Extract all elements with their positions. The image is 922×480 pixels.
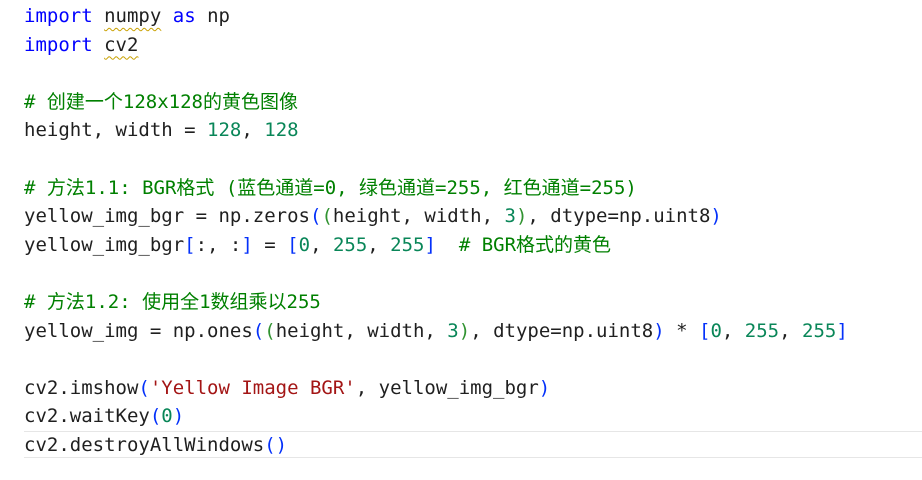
code-text: yellow_img_bgr = np.zeros — [24, 205, 310, 228]
bracket-token: ) — [710, 205, 722, 228]
code-line[interactable]: cv2.imshow('Yellow Image BGR', yellow_im… — [24, 374, 550, 402]
number-literal: 255 — [390, 233, 425, 256]
code-line[interactable]: import numpy as np — [24, 2, 230, 30]
bracket-token: [ — [699, 319, 711, 342]
code-text: , — [310, 233, 333, 256]
code-text: , — [721, 319, 745, 342]
code-text: , dtype=np.uint8 — [527, 205, 711, 228]
number-literal: 255 — [332, 233, 368, 256]
bracket-token: ] — [424, 233, 436, 256]
bracket-token: ( — [252, 319, 265, 342]
number-literal: 3 — [504, 205, 516, 228]
number-literal: 128 — [207, 119, 242, 142]
code-line[interactable]: height, width = 128, 128 — [24, 116, 299, 144]
bracket-token: ] — [241, 233, 253, 256]
code-text: height, width, — [275, 319, 448, 342]
bracket-token: ) — [538, 376, 551, 399]
bracket-token: ( — [321, 205, 333, 228]
code-text: np — [195, 5, 230, 27]
code-line[interactable]: # 方法1.2: 使用全1数组乘以255 — [24, 288, 321, 316]
code-line[interactable]: # 创建一个128x128的黄色图像 — [24, 88, 298, 116]
number-literal: 0 — [161, 405, 173, 428]
code-text: , dtype=np.uint8 — [470, 319, 654, 342]
code-line[interactable]: import cv2 — [24, 31, 138, 59]
code-text: :, : — [195, 233, 242, 256]
code-text: * — [664, 319, 699, 342]
bracket-token: ( — [264, 319, 276, 342]
code-text: = — [252, 233, 288, 256]
number-literal: 0 — [298, 233, 311, 256]
bracket-token: ] — [836, 319, 848, 342]
comment-token: # 创建一个128x128的黄色图像 — [24, 90, 298, 113]
bracket-token: ( — [138, 376, 150, 399]
code-text: , yellow_img_bgr — [355, 376, 539, 399]
code-text: cv2.imshow — [24, 376, 139, 399]
code-editor[interactable]: import numpy as np import cv2 # 创建一个128x12… — [0, 0, 922, 480]
comment-token: # 方法1.1: BGR格式 (蓝色通道=0, 绿色通道=255, 红色通道=2… — [24, 176, 637, 199]
comment-token: # BGR格式的黄色 — [458, 233, 612, 256]
code-text: height, width, — [332, 205, 505, 228]
number-literal: 255 — [744, 319, 780, 342]
code-text: , — [367, 233, 391, 256]
keyword-token: import — [24, 5, 93, 27]
bracket-token: ) — [653, 319, 665, 342]
code-line-current[interactable]: cv2.destroyAllWindows() — [24, 431, 287, 459]
bracket-token: ( — [264, 434, 276, 456]
code-text: , — [241, 119, 265, 142]
number-literal: 0 — [710, 319, 722, 342]
bracket-token: ( — [149, 405, 162, 428]
number-literal: 3 — [447, 319, 459, 342]
code-line[interactable]: cv2.waitKey(0) — [24, 402, 184, 430]
bracket-token: ) — [458, 319, 471, 342]
code-text: height, width = — [24, 119, 208, 142]
number-literal: 128 — [264, 119, 299, 142]
code-line[interactable]: # 方法1.1: BGR格式 (蓝色通道=0, 绿色通道=255, 红色通道=2… — [24, 174, 637, 202]
bracket-token: [ — [184, 233, 196, 256]
code-line[interactable]: yellow_img_bgr = np.zeros((height, width… — [24, 202, 722, 230]
keyword-token: import — [24, 33, 93, 56]
code-text: , — [779, 319, 803, 342]
string-literal: 'Yellow Image BGR' — [149, 376, 356, 399]
module-name: cv2 — [104, 33, 139, 56]
comment-token: # 方法1.2: 使用全1数组乘以255 — [24, 291, 321, 313]
code-text: yellow_img = np.ones — [24, 319, 253, 342]
bracket-token: [ — [287, 233, 299, 256]
code-line[interactable]: yellow_img_bgr[:, :] = [0, 255, 255] # B… — [24, 231, 611, 259]
bracket-token: ) — [172, 405, 185, 428]
number-literal: 255 — [802, 319, 837, 342]
bracket-token: ) — [515, 205, 528, 228]
bracket-token: ) — [275, 434, 288, 456]
code-text: yellow_img_bgr — [24, 233, 185, 256]
code-text: cv2.destroyAllWindows — [24, 434, 265, 456]
code-line[interactable]: yellow_img = np.ones((height, width, 3),… — [24, 317, 848, 345]
module-name: numpy — [104, 5, 162, 27]
keyword-token: as — [172, 5, 196, 27]
bracket-token: ( — [309, 205, 322, 228]
code-text: cv2.waitKey — [24, 405, 150, 428]
